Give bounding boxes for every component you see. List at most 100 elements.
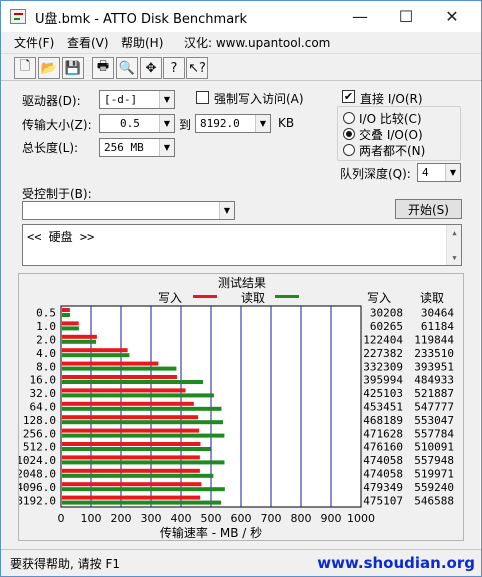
y-tick-label: 512.0 bbox=[23, 441, 56, 454]
new-icon[interactable]: 🗋 bbox=[14, 57, 36, 79]
read-value: 557948 bbox=[414, 454, 454, 467]
scroll-up-icon[interactable]: ▲ bbox=[447, 225, 462, 240]
write-value: 468189 bbox=[363, 414, 403, 427]
transfer-to-select[interactable]: 8192.0 ▼ bbox=[195, 114, 271, 133]
x-tick-label: 500 bbox=[201, 512, 222, 525]
read-value: 30464 bbox=[421, 307, 454, 320]
controlled-by-select[interactable]: ▼ bbox=[22, 201, 235, 220]
write-bar bbox=[62, 495, 201, 500]
read-bar bbox=[62, 326, 79, 331]
context-help-icon[interactable]: ↖? bbox=[186, 57, 208, 79]
print-preview-icon[interactable]: 🔍 bbox=[116, 57, 138, 79]
io-compare-label: I/O 比较(C) bbox=[359, 112, 422, 126]
scroll-down-icon[interactable]: ▼ bbox=[447, 250, 462, 265]
y-tick-label: 64.0 bbox=[30, 401, 57, 414]
test-results-panel: 测试结果 写入 读取 0 100 200 300 400 500 600 700 800 900 1000… bbox=[16, 273, 464, 541]
read-bar bbox=[62, 353, 130, 358]
status-bar: 要获得帮助, 请按 F1 www.shoudian.org bbox=[1, 549, 481, 576]
close-button[interactable]: ✕ bbox=[429, 1, 475, 31]
read-bar bbox=[62, 500, 222, 505]
write-bar bbox=[62, 415, 199, 420]
direct-io-checkbox[interactable]: ✔ bbox=[342, 90, 355, 103]
read-bar bbox=[62, 366, 177, 371]
force-write-checkbox[interactable] bbox=[196, 91, 209, 104]
queue-depth-label: 队列深度(Q): bbox=[340, 167, 411, 181]
write-value: 476160 bbox=[363, 441, 403, 454]
read-value: 546588 bbox=[414, 494, 454, 507]
help-icon[interactable]: ? bbox=[163, 57, 185, 79]
y-tick-label: 2.0 bbox=[36, 334, 56, 347]
direct-io-label: 直接 I/O(R) bbox=[360, 92, 423, 106]
menu-localization[interactable]: 汉化: www.upantool.com bbox=[184, 34, 330, 51]
write-value: 425103 bbox=[363, 387, 403, 400]
minimize-button[interactable]: — bbox=[337, 1, 383, 31]
to-label: 到 bbox=[179, 118, 192, 132]
description-textarea[interactable]: << 硬盘 >> ▲ ▼ bbox=[22, 224, 462, 266]
write-bar bbox=[62, 428, 200, 433]
write-bar bbox=[62, 308, 70, 312]
y-tick-label: 8192.0 bbox=[19, 494, 56, 507]
read-bar bbox=[62, 460, 225, 465]
y-tick-label: 4096.0 bbox=[19, 481, 56, 494]
chevron-down-icon: ▼ bbox=[445, 164, 460, 181]
app-window: U盘.bmk - ATTO Disk Benchmark — ☐ ✕ 文件(F)… bbox=[0, 0, 482, 577]
read-value: 61184 bbox=[421, 320, 454, 333]
title-bar[interactable]: U盘.bmk - ATTO Disk Benchmark — ☐ ✕ bbox=[1, 1, 481, 32]
print-icon[interactable]: 🖶 bbox=[92, 57, 114, 79]
total-length-select[interactable]: 256 MB ▼ bbox=[99, 138, 175, 157]
menu-bar: 文件(F) 查看(V) 帮助(H) 汉化: www.upantool.com bbox=[1, 32, 481, 53]
description-scrollbar[interactable]: ▲ ▼ bbox=[446, 225, 461, 265]
drive-label: 驱动器(D): bbox=[22, 94, 81, 108]
chevron-down-icon: ▼ bbox=[159, 139, 174, 156]
open-icon[interactable]: 📂 bbox=[38, 57, 60, 79]
x-tick-label: 200 bbox=[111, 512, 132, 525]
transfer-from-select[interactable]: 0.5 ▼ bbox=[99, 114, 175, 133]
write-value: 30208 bbox=[370, 307, 403, 320]
watermark-text: www.shoudian.org bbox=[317, 554, 475, 572]
main-panel: 驱动器(D): [-d-] ▼ 强制写入访问(A) 传输大小(Z): 0.5 ▼… bbox=[2, 81, 480, 549]
menu-view[interactable]: 查看(V) bbox=[67, 34, 109, 51]
menu-file[interactable]: 文件(F) bbox=[14, 34, 54, 51]
read-value: 553047 bbox=[414, 414, 454, 427]
write-value: 474058 bbox=[363, 454, 403, 467]
read-value: 510091 bbox=[414, 441, 454, 454]
legend-write-swatch bbox=[193, 295, 217, 298]
legend-read-label: 读取 bbox=[241, 291, 265, 305]
overlapped-io-label: 交叠 I/O(O) bbox=[359, 128, 423, 142]
write-bar bbox=[62, 401, 194, 406]
x-tick-label: 800 bbox=[291, 512, 312, 525]
queue-depth-select[interactable]: 4 ▼ bbox=[417, 163, 461, 182]
write-value: 475107 bbox=[363, 494, 403, 507]
y-tick-label: 16.0 bbox=[30, 374, 57, 387]
app-icon bbox=[10, 9, 26, 24]
x-tick-label: 900 bbox=[321, 512, 342, 525]
x-tick-label: 600 bbox=[231, 512, 252, 525]
x-tick-label: 400 bbox=[171, 512, 192, 525]
write-bar bbox=[62, 482, 202, 487]
overlapped-io-radio[interactable] bbox=[343, 128, 355, 140]
read-bar bbox=[62, 473, 214, 478]
io-compare-radio[interactable] bbox=[343, 112, 355, 124]
read-value: 233510 bbox=[414, 347, 454, 360]
drive-select[interactable]: [-d-] ▼ bbox=[99, 90, 175, 109]
read-value: 519971 bbox=[414, 468, 454, 481]
x-tick-label: 1000 bbox=[347, 512, 375, 525]
read-bar bbox=[62, 406, 222, 411]
y-tick-label: 32.0 bbox=[30, 387, 57, 400]
read-bar bbox=[62, 339, 97, 344]
description-text: << 硬盘 >> bbox=[27, 230, 95, 244]
move-icon[interactable]: ✥ bbox=[140, 57, 162, 79]
y-tick-label: 2048.0 bbox=[19, 468, 56, 481]
read-column-header: 读取 bbox=[420, 291, 444, 305]
menu-help[interactable]: 帮助(H) bbox=[121, 34, 163, 51]
read-value: 393951 bbox=[414, 360, 454, 373]
write-value: 471628 bbox=[363, 427, 403, 440]
chevron-down-icon: ▼ bbox=[219, 202, 234, 219]
neither-radio[interactable] bbox=[343, 144, 355, 156]
save-icon[interactable]: 💾 bbox=[62, 57, 84, 79]
status-text: 要获得帮助, 请按 F1 bbox=[10, 557, 120, 571]
start-button[interactable]: 开始(S) bbox=[395, 199, 462, 219]
write-bar bbox=[62, 361, 159, 366]
maximize-button[interactable]: ☐ bbox=[383, 1, 429, 31]
x-tick-label: 700 bbox=[261, 512, 282, 525]
